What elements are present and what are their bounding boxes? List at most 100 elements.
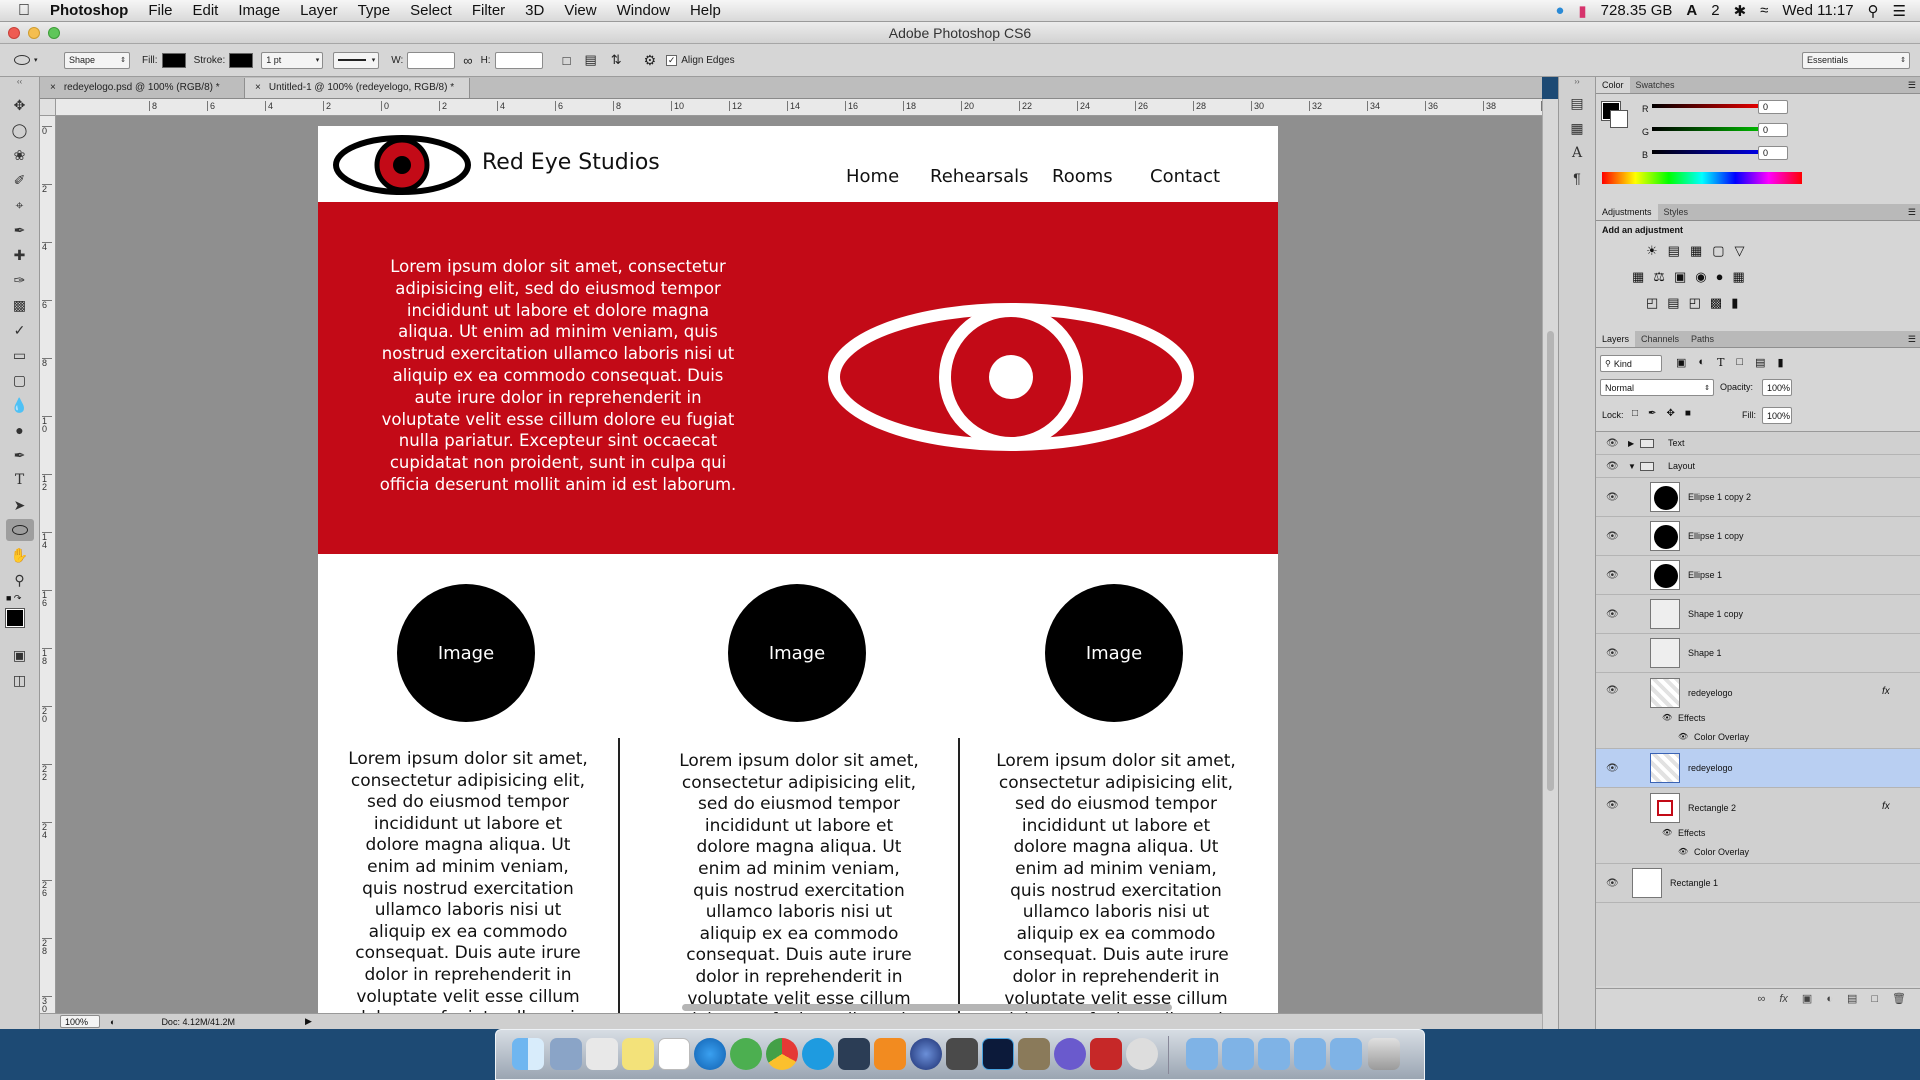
dodge-tool-icon[interactable]: ● [6, 419, 34, 441]
tab-adjustments[interactable]: Adjustments [1596, 204, 1658, 220]
visibility-eye-icon[interactable]: 👁 [1606, 531, 1619, 542]
brush-tool-icon[interactable]: ✑ [6, 269, 34, 291]
horizontal-scrollbar-thumb[interactable] [682, 1004, 1172, 1011]
network-globe-icon[interactable] [910, 1038, 942, 1070]
gear-icon[interactable]: ⚙ [644, 52, 657, 69]
horizontal-ruler[interactable]: 8642024681012141618202224262830323436384… [56, 99, 1542, 116]
bluetooth-icon[interactable]: ✱ [1734, 2, 1747, 20]
effect-eye-icon[interactable]: 👁 [1678, 847, 1688, 856]
pixel-filter-icon[interactable]: ▣ [1676, 356, 1686, 369]
opacity-input[interactable]: 100% [1762, 379, 1792, 396]
smart-object-filter-icon[interactable]: ▤ [1755, 356, 1765, 369]
filezilla-icon[interactable] [1090, 1038, 1122, 1070]
stickies-icon[interactable] [622, 1038, 654, 1070]
filter-toggle-icon[interactable]: ▮ [1777, 356, 1783, 369]
blue-slider[interactable] [1652, 150, 1772, 154]
effect-eye-icon[interactable]: 👁 [1678, 732, 1688, 741]
vertical-scrollbar-thumb[interactable] [1547, 331, 1554, 791]
trash-icon[interactable]: 🗑 [1892, 992, 1906, 1005]
nav-rehearsals[interactable]: Rehearsals [930, 166, 1028, 187]
blur-tool-icon[interactable]: 💧 [6, 394, 34, 416]
menu-file[interactable]: File [138, 2, 182, 19]
marquee-tool-icon[interactable]: ◯ [6, 119, 34, 141]
panel-menu-icon[interactable]: ☰ [1908, 207, 1916, 218]
foreground-color-swatch[interactable] [0, 607, 39, 641]
panel-menu-icon[interactable]: ☰ [1908, 80, 1916, 91]
vlc-icon[interactable] [874, 1038, 906, 1070]
status-menu-icon[interactable]: ◐ [110, 1017, 115, 1027]
layer-name[interactable]: Ellipse 1 copy [1688, 531, 1744, 541]
path-alignment-icon[interactable]: ▤ [584, 52, 596, 68]
green-value-input[interactable]: 0 [1758, 123, 1788, 137]
menu-app-name[interactable]: Photoshop [40, 2, 138, 19]
steam-icon[interactable] [838, 1038, 870, 1070]
vibrance-icon[interactable]: ▽ [1735, 243, 1745, 259]
lock-pixels-icon[interactable]: ✒ [1648, 408, 1656, 419]
document-canvas[interactable]: Red Eye Studios Home Rehearsals Rooms Co… [318, 126, 1278, 1013]
tab-color[interactable]: Color [1596, 77, 1630, 93]
layer-name[interactable]: Shape 1 [1688, 648, 1722, 658]
photoshop-icon[interactable] [982, 1038, 1014, 1070]
lock-transparency-icon[interactable]: □ [1632, 408, 1638, 419]
screen-mode-icon[interactable]: ◫ [6, 669, 34, 691]
menu-layer[interactable]: Layer [290, 2, 348, 19]
status-expand-icon[interactable]: ▶ [305, 1016, 312, 1027]
finder-icon[interactable] [512, 1038, 544, 1070]
nav-contact[interactable]: Contact [1150, 166, 1220, 187]
layer-name[interactable]: Layout [1668, 461, 1695, 471]
layer-shape-1[interactable]: 👁 Shape 1 [1596, 634, 1920, 673]
layer-redeyelogo-fx[interactable]: 👁 redeyelogo fx 👁 Effects 👁 Color Overla… [1596, 673, 1920, 749]
healing-brush-tool-icon[interactable]: ✚ [6, 244, 34, 266]
close-tab-icon[interactable]: × [50, 82, 56, 93]
gradient-tool-icon[interactable]: ▢ [6, 369, 34, 391]
launchpad-icon[interactable] [550, 1038, 582, 1070]
layer-name[interactable]: redeyelogo [1688, 763, 1733, 773]
width-input[interactable] [407, 51, 456, 69]
effects-label[interactable]: Effects [1678, 828, 1705, 838]
visibility-eye-icon[interactable]: 👁 [1606, 685, 1619, 696]
fill-swatch[interactable] [161, 52, 186, 68]
close-window-button[interactable] [8, 27, 20, 39]
wifi-icon[interactable]: ≈ [1760, 2, 1768, 19]
exposure-icon[interactable]: ▢ [1712, 243, 1724, 259]
sublime-text-icon[interactable] [946, 1038, 978, 1070]
selective-color-icon[interactable]: ▩ [1710, 295, 1722, 311]
menu-window[interactable]: Window [607, 2, 680, 19]
layer-rectangle-2[interactable]: 👁 Rectangle 2 fx 👁 Effects 👁 Color Overl… [1596, 788, 1920, 864]
nav-home[interactable]: Home [846, 166, 899, 187]
move-tool-icon[interactable]: ✥ [6, 94, 34, 116]
trash-icon[interactable] [1368, 1038, 1400, 1070]
vertical-ruler[interactable]: 0 2 4 6 8 1 0 1 2 1 4 1 6 1 8 2 0 2 2 2 4 2 6 2 8 3 0 [40, 116, 56, 1013]
history-panel-icon[interactable]: ▤ [1563, 92, 1591, 114]
layer-ellipse-1[interactable]: 👁 Ellipse 1 [1596, 556, 1920, 595]
layer-name[interactable]: Ellipse 1 [1688, 570, 1722, 580]
layer-ellipse-1-copy[interactable]: 👁 Ellipse 1 copy [1596, 517, 1920, 556]
type-tool-icon[interactable]: T [6, 469, 34, 491]
utility-icon[interactable] [1126, 1038, 1158, 1070]
tab-redeyelogo[interactable]: × redeyelogo.psd @ 100% (RGB/8) * [40, 78, 245, 98]
visibility-eye-icon[interactable]: 👁 [1606, 648, 1619, 659]
jdownloader-icon[interactable] [730, 1038, 762, 1070]
disk-icon[interactable]: ▮ [1578, 2, 1586, 20]
layer-name[interactable]: Ellipse 1 copy 2 [1688, 492, 1751, 502]
link-layers-icon[interactable]: ∞ [1758, 993, 1766, 1005]
link-dimensions-icon[interactable]: ∞ [463, 53, 472, 68]
collapse-group-icon[interactable]: ▼ [1628, 462, 1636, 471]
layer-filter-kind-select[interactable]: ⚲ Kind [1600, 355, 1662, 372]
lock-position-icon[interactable]: ✥ [1666, 408, 1674, 419]
canvas-area[interactable]: Red Eye Studios Home Rehearsals Rooms Co… [56, 116, 1542, 1013]
ellipse-tool-preset-icon[interactable]: ▾ [14, 50, 48, 70]
apple-icon[interactable]:  [0, 2, 40, 20]
red-eye-logo[interactable] [332, 134, 472, 196]
lock-all-icon[interactable]: ■ [1685, 408, 1691, 419]
menu-select[interactable]: Select [400, 2, 462, 19]
visibility-eye-icon[interactable]: 👁 [1606, 609, 1619, 620]
curves-icon[interactable]: ▦ [1690, 243, 1702, 259]
itunes-icon[interactable] [694, 1038, 726, 1070]
eyedropper-tool-icon[interactable]: ✒ [6, 219, 34, 241]
red-value-input[interactable]: 0 [1758, 100, 1788, 114]
black-white-icon[interactable]: ▣ [1674, 269, 1686, 285]
eraser-tool-icon[interactable]: ▭ [6, 344, 34, 366]
new-adjustment-layer-icon[interactable]: ◐ [1826, 993, 1833, 1005]
green-slider[interactable] [1652, 127, 1772, 131]
